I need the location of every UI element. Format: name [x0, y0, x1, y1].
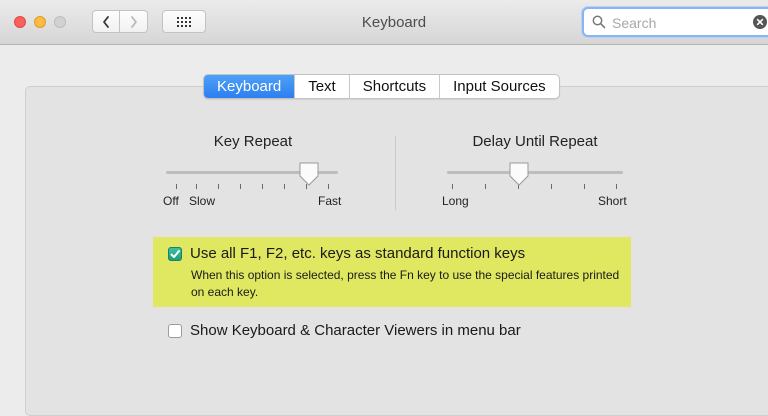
tick: [452, 184, 453, 189]
tick: [551, 184, 552, 189]
key-repeat-slow-label: Slow: [189, 194, 216, 208]
viewers-checkbox[interactable]: [168, 324, 182, 338]
search-input[interactable]: [610, 12, 754, 34]
key-repeat-max-label: Fast: [318, 194, 342, 208]
tick: [262, 184, 263, 189]
tab-shortcuts[interactable]: Shortcuts: [348, 75, 439, 98]
fn-keys-checkbox[interactable]: [168, 247, 182, 261]
search-field[interactable]: [582, 7, 768, 37]
tab-text[interactable]: Text: [294, 75, 349, 98]
tick: [196, 184, 197, 189]
key-repeat-title: Key Repeat: [213, 133, 293, 150]
tick: [240, 184, 241, 189]
delay-min-label: Long: [442, 194, 469, 208]
clear-search-icon[interactable]: [752, 14, 768, 30]
checkmark-icon: [170, 250, 180, 258]
fn-keys-description: When this option is selected, press the …: [191, 268, 620, 299]
tab-input-sources[interactable]: Input Sources: [439, 75, 559, 98]
title-bar: Keyboard: [0, 0, 768, 45]
key-repeat-min-label: Off: [163, 194, 179, 208]
tick: [616, 184, 617, 189]
tick: [584, 184, 585, 189]
delay-until-repeat-knob[interactable]: [508, 161, 530, 187]
delay-until-repeat-title: Delay Until Repeat: [472, 133, 598, 150]
search-icon: [592, 15, 606, 29]
fn-keys-label[interactable]: Use all F1, F2, etc. keys as standard fu…: [190, 245, 525, 262]
viewers-label[interactable]: Show Keyboard & Character Viewers in men…: [190, 322, 521, 339]
tick: [284, 184, 285, 189]
tick: [485, 184, 486, 189]
tick: [218, 184, 219, 189]
tick: [328, 184, 329, 189]
tab-keyboard[interactable]: Keyboard: [204, 75, 295, 98]
tick: [176, 184, 177, 189]
delay-max-label: Short: [598, 194, 627, 208]
tab-bar: Keyboard Text Shortcuts Input Sources: [203, 74, 560, 99]
key-repeat-knob[interactable]: [298, 161, 320, 187]
divider: [395, 136, 396, 210]
delay-track: [447, 171, 623, 174]
